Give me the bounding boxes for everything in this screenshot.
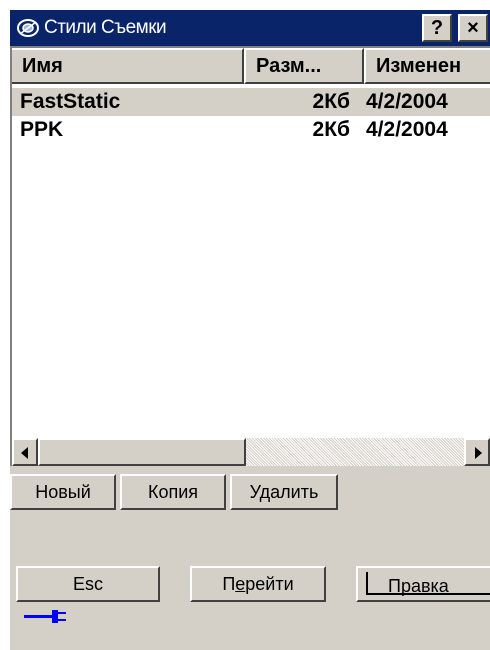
column-header-size[interactable]: Разм...: [244, 48, 364, 84]
help-icon: ?: [430, 17, 444, 39]
column-header-modified[interactable]: Изменен: [364, 48, 490, 84]
styles-list[interactable]: Имя Разм... Изменен FastStatic 2Кб 4/2/2…: [10, 46, 490, 466]
scroll-left-icon: [21, 447, 28, 459]
item-size: 2Кб: [312, 90, 350, 113]
go-label-prefix: П: [222, 574, 236, 594]
survey-styles-window: Стили Съемки ? × Имя Разм... Изменен Fas…: [10, 10, 490, 650]
item-modified: 4/2/2004: [366, 118, 448, 141]
title-bar: Стили Съемки ? ×: [10, 10, 490, 46]
item-size: 2Кб: [312, 118, 350, 141]
go-label-accelerator: е: [235, 574, 246, 594]
item-name: PPK: [20, 118, 64, 141]
go-button[interactable]: Перейти: [190, 566, 326, 602]
item-name: FastStatic: [20, 90, 121, 113]
scrollbar-thumb[interactable]: [38, 438, 246, 466]
list-item[interactable]: PPK 2Кб 4/2/2004: [12, 116, 490, 144]
help-button[interactable]: ?: [422, 14, 452, 42]
window-title: Стили Съемки: [44, 17, 167, 38]
list-item[interactable]: FastStatic 2Кб 4/2/2004: [12, 88, 490, 116]
go-label-suffix: рейти: [245, 574, 294, 594]
copy-button[interactable]: Копия: [120, 474, 226, 510]
edit-menu-indicator: Правка: [366, 572, 490, 596]
app-logo-icon: [17, 19, 39, 37]
scroll-left-button[interactable]: [12, 438, 38, 466]
scroll-right-icon: [475, 447, 482, 459]
item-modified: 4/2/2004: [366, 90, 448, 113]
edit-button[interactable]: Правка: [356, 566, 490, 602]
close-icon: ×: [467, 17, 479, 39]
delete-button[interactable]: Удалить: [230, 474, 338, 510]
edit-label: Правка: [388, 576, 449, 596]
new-button[interactable]: Новый: [10, 474, 116, 510]
close-button[interactable]: ×: [458, 14, 488, 42]
list-header: Имя Разм... Изменен: [12, 48, 490, 84]
scroll-right-button[interactable]: [464, 438, 490, 466]
horizontal-scrollbar[interactable]: [12, 438, 490, 466]
esc-button[interactable]: Esc: [16, 566, 160, 602]
column-header-name[interactable]: Имя: [12, 48, 244, 84]
power-plug-icon: [24, 610, 66, 623]
